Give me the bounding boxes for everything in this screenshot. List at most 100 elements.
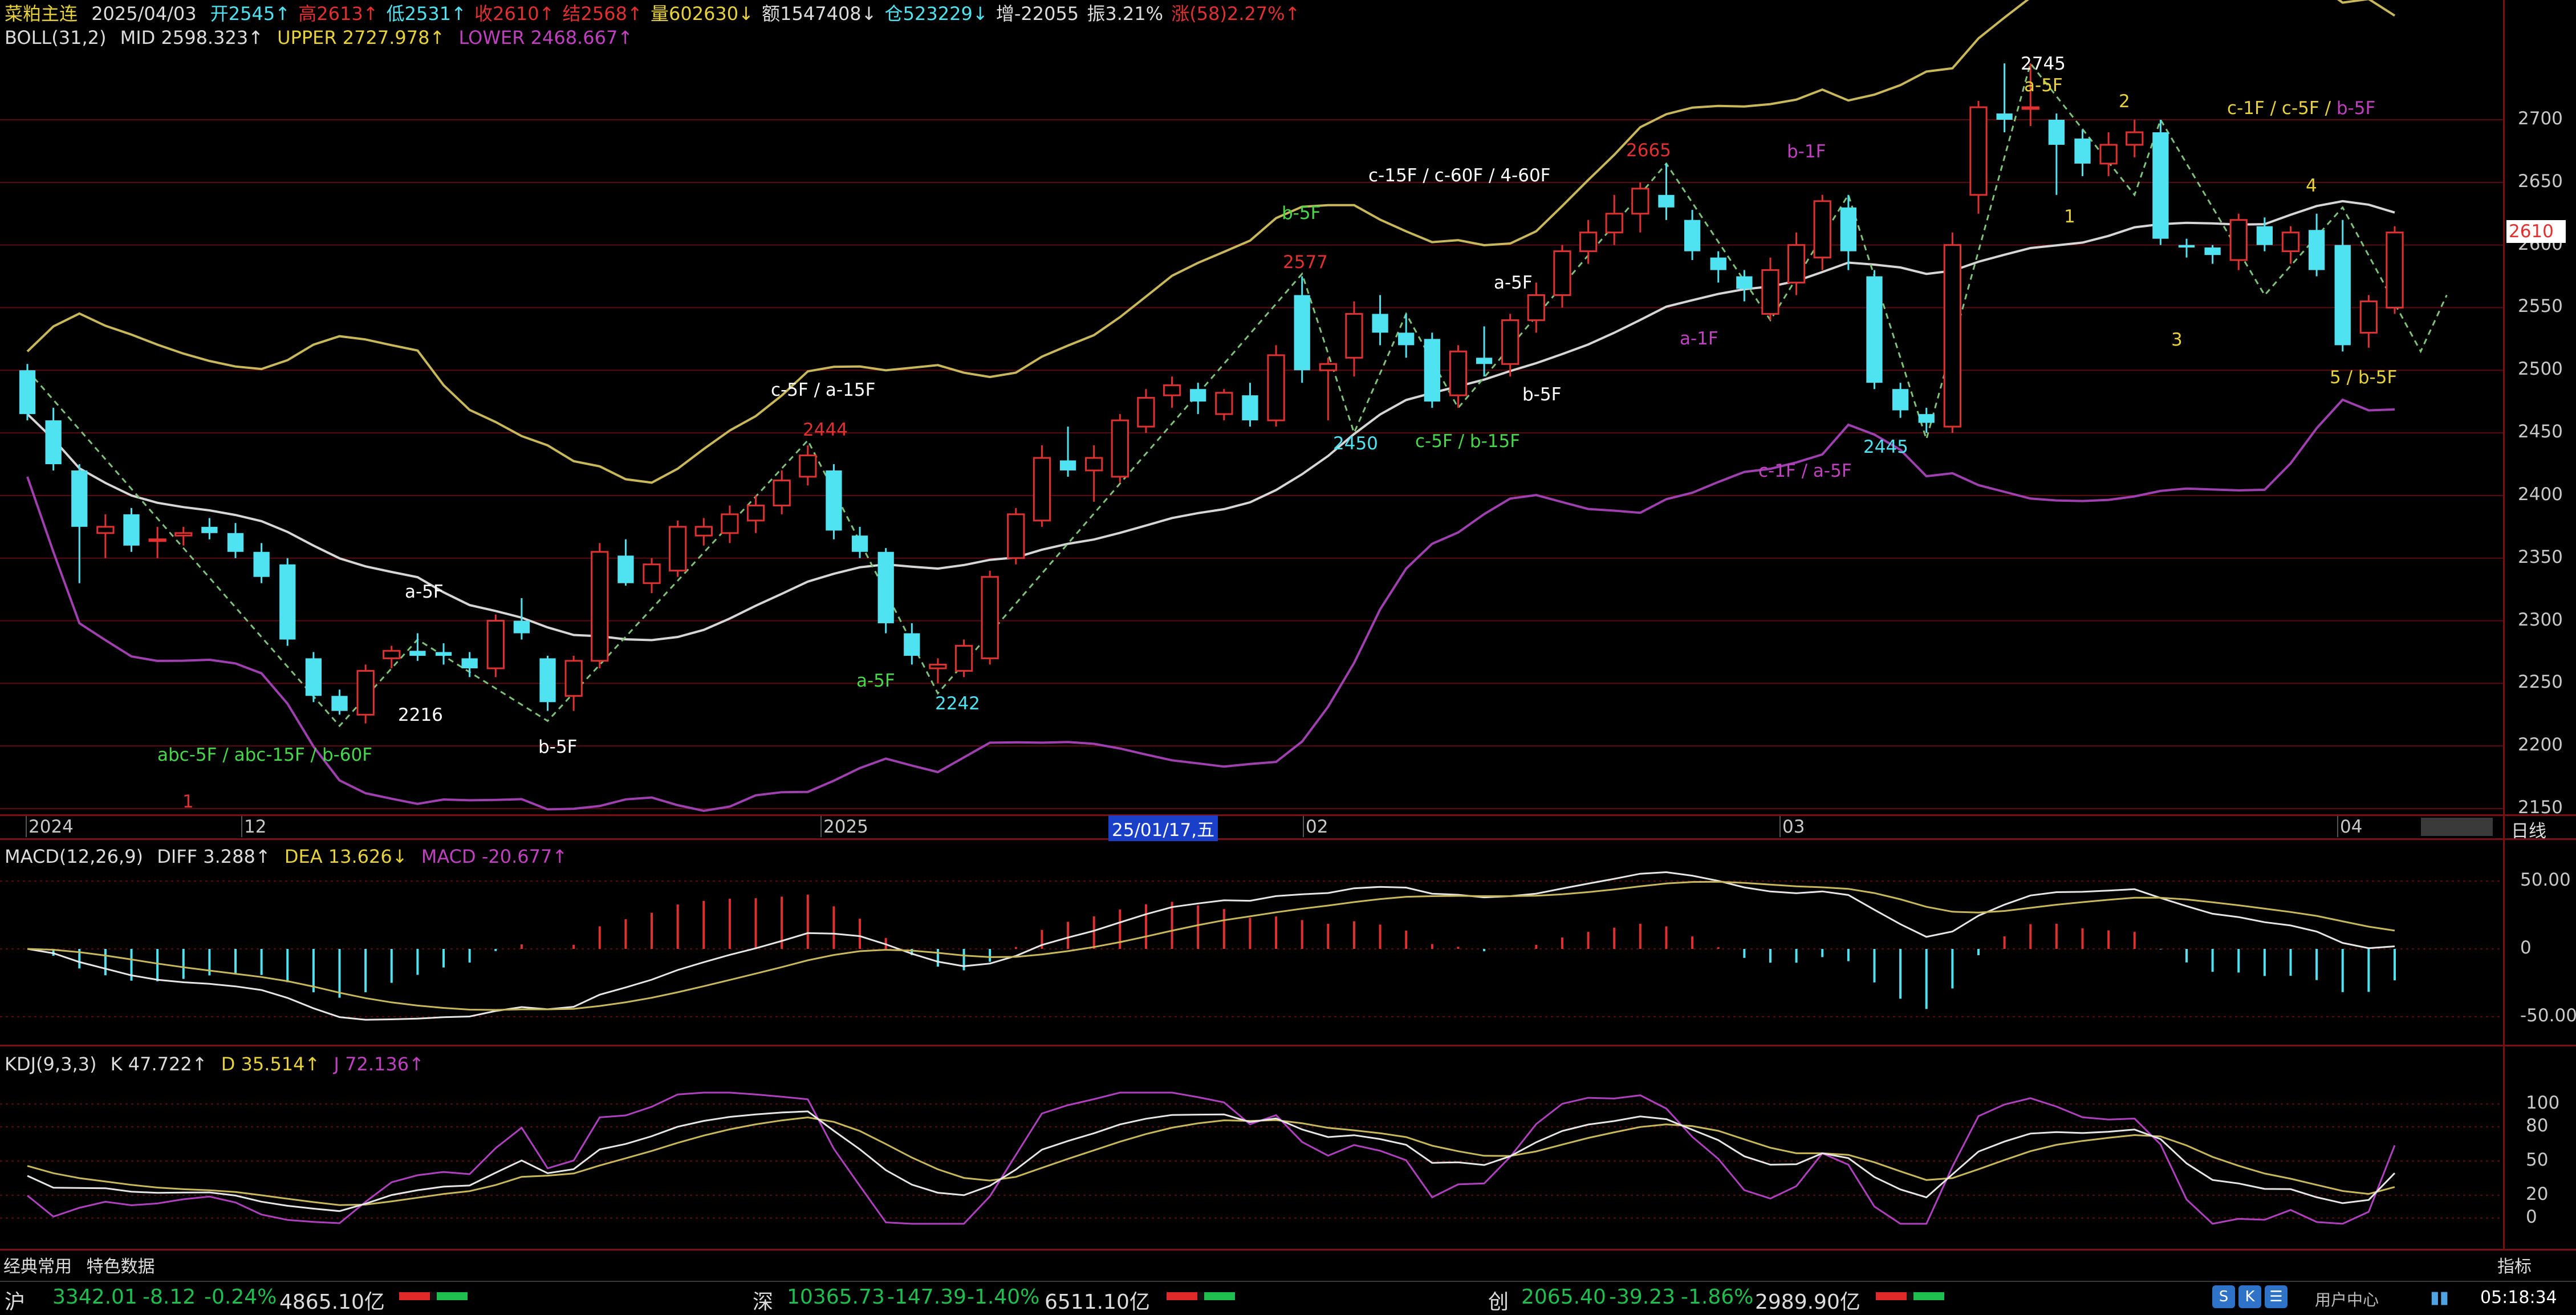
sh-label: 沪 <box>5 1290 26 1314</box>
date-04: 04 <box>2340 817 2363 837</box>
candle-body <box>1943 244 1961 428</box>
macd-name: MACD(12,26,9) <box>5 846 144 867</box>
annotation: 2444 <box>803 420 848 440</box>
price-tick-label: 2350 <box>2518 546 2563 567</box>
annotation: abc-5F / abc-15F / b-60F <box>157 745 373 765</box>
sz-label: 深 <box>753 1290 774 1314</box>
candle-body <box>904 633 920 656</box>
kdj-tick-label: 0 <box>2526 1207 2537 1227</box>
candle-body <box>2126 131 2144 146</box>
tab-featured[interactable]: 特色数据 <box>87 1257 155 1277</box>
annotation: c-1F / c-5F / b-5F <box>2227 98 2375 119</box>
price-tick-label: 2150 <box>2518 797 2563 818</box>
candle-body <box>1658 194 1675 208</box>
candle-body <box>1761 269 1779 315</box>
cy-change: -39.23 <box>1609 1285 1676 1309</box>
candle-body <box>253 551 270 577</box>
candle-body <box>1033 457 1051 522</box>
date-scrollbar[interactable] <box>2421 818 2493 836</box>
candle-body <box>1840 207 1856 251</box>
cursor-date: 25/01/17,五 <box>1108 815 1218 841</box>
candle-body <box>1398 332 1415 346</box>
candle-body <box>1684 220 1701 251</box>
candle-body <box>96 526 115 534</box>
candle-body <box>71 470 88 527</box>
red-marker: 1 <box>182 792 194 812</box>
kdj-panel-top <box>0 1045 2576 1046</box>
annotation: 2216 <box>398 705 443 725</box>
sh-change: -8.12 <box>143 1285 196 1309</box>
candle-body <box>877 551 894 623</box>
candle-body <box>1242 395 1258 421</box>
boll-lower-line <box>26 398 2395 812</box>
axis-divider <box>2503 0 2505 1249</box>
tab-classic[interactable]: 经典常用 <box>3 1257 72 1277</box>
candle-body <box>1553 250 1571 296</box>
cy-amount: 2989.90亿 <box>1755 1290 1860 1314</box>
annotation: b-1F <box>1787 141 1826 162</box>
candle-body <box>1631 188 1649 215</box>
date-2024: 2024 <box>29 817 74 837</box>
candle-body <box>174 532 193 537</box>
annotation: 2665 <box>1626 140 1671 161</box>
candle-body <box>1059 460 1076 470</box>
candle-body <box>1501 319 1519 365</box>
price-chart[interactable] <box>0 0 2576 1314</box>
candle-body <box>1892 389 1909 411</box>
kdj-panel-bottom <box>0 1249 2576 1251</box>
macd-tick-label: 50.00 <box>2520 870 2571 890</box>
sz-pct: -1.40% <box>967 1285 1040 1309</box>
candle-body <box>201 526 218 533</box>
indicator-tabs: 经典常用 特色数据 <box>3 1252 164 1277</box>
sz-breadth-bar <box>1167 1292 1235 1300</box>
macd-diff: DIFF 3.288↑ <box>157 846 271 867</box>
candle-body <box>2308 230 2325 270</box>
price-tick-label: 2550 <box>2518 296 2563 317</box>
annotation: 2745 <box>2021 54 2066 74</box>
boll-mid-line <box>26 200 2395 642</box>
candle-body <box>279 564 296 640</box>
annotation: c-1F / a-5F <box>1758 461 1852 481</box>
price-tick-label: 2200 <box>2518 734 2563 756</box>
kdj-k: K 47.722↑ <box>110 1053 208 1075</box>
candle-body <box>1372 314 1388 333</box>
period-label[interactable]: 日线 <box>2511 817 2546 842</box>
date-02: 02 <box>1306 817 1328 837</box>
price-tick-label: 2450 <box>2518 421 2563 443</box>
annotation: 2450 <box>1333 433 1378 454</box>
k-icon[interactable]: K <box>2238 1285 2261 1308</box>
user-center-link[interactable]: 用户中心 <box>2315 1288 2379 1310</box>
indicator-button[interactable]: 指标 <box>2497 1252 2532 1277</box>
sh-breadth-bar <box>399 1292 468 1300</box>
annotation: a-5F <box>856 671 895 691</box>
candle-body <box>564 660 583 697</box>
candle-body <box>356 669 375 716</box>
annotation-text: c-1F / c-5F / <box>2227 98 2337 119</box>
candle-body <box>2281 232 2300 253</box>
s-icon[interactable]: S <box>2212 1285 2235 1308</box>
candle-body <box>1787 244 1806 284</box>
cy-value: 2065.40 <box>1521 1285 1606 1309</box>
chat-icon[interactable]: ☰ <box>2265 1285 2287 1308</box>
macd-tick-label: 0 <box>2520 937 2532 958</box>
annotation: a-5F <box>1494 273 1533 293</box>
candle-body <box>1294 295 1310 371</box>
annotation: c-5F / b-15F <box>1415 431 1521 452</box>
candle-body <box>227 533 244 552</box>
date-axis-separator <box>0 814 2576 816</box>
candle-body <box>45 420 62 464</box>
candle-body <box>1111 419 1129 478</box>
candle-body <box>1605 213 1623 234</box>
candle-body <box>1996 113 2013 120</box>
price-tick-label: 2250 <box>2518 672 2563 693</box>
candle-body <box>1527 294 1545 321</box>
price-tick-label: 2650 <box>2518 171 2563 192</box>
price-tick-label: 2400 <box>2518 484 2563 505</box>
candle-body <box>1476 358 1493 364</box>
candle-body <box>2229 219 2248 261</box>
candle-body <box>694 526 713 537</box>
candle-body <box>2386 232 2404 309</box>
candle-body <box>1085 457 1103 472</box>
annotation: 4 <box>2306 176 2317 196</box>
annotation: 2 <box>2119 91 2130 112</box>
